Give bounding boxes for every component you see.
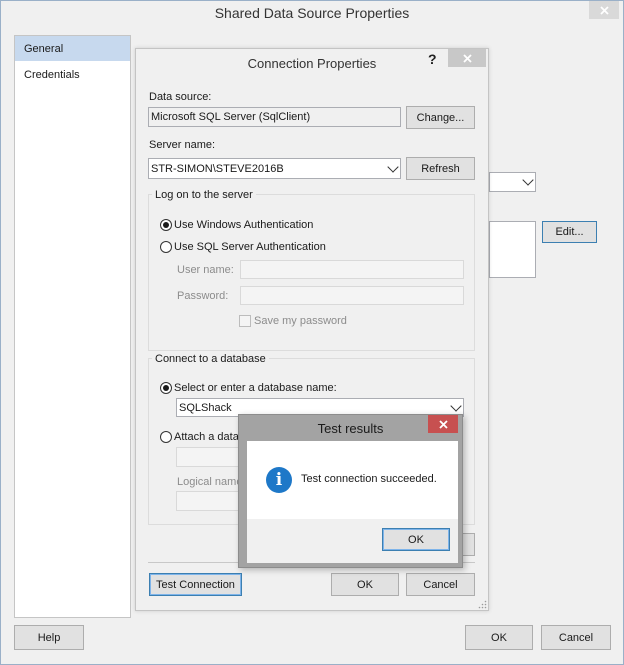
connection-cancel-button[interactable]: Cancel [406,573,475,596]
select-db-radio[interactable] [160,382,172,394]
test-results-dialog: Test results i Test connection succeeded… [238,414,463,568]
nav-item-general[interactable]: General [15,36,130,61]
advanced-button[interactable] [461,533,475,556]
close-icon [462,53,472,63]
main-window-title: Shared Data Source Properties [214,5,410,21]
nav-item-general-label: General [24,43,64,55]
server-name-combo[interactable]: STR-SIMON\STEVE2016B [148,158,401,179]
sql-auth-radio[interactable] [160,241,172,253]
test-connection-button[interactable]: Test Connection [149,573,242,596]
close-icon [438,419,448,429]
main-ok-button[interactable]: OK [465,625,533,650]
attach-db-radio[interactable] [160,431,172,443]
data-source-field: Microsoft SQL Server (SqlClient) [148,107,401,127]
test-results-ok-button[interactable]: OK [382,528,450,551]
chevron-down-icon [387,160,399,173]
logon-group-label: Log on to the server [152,189,256,201]
data-source-value: Microsoft SQL Server (SqlClient) [151,111,311,123]
password-input[interactable] [240,286,464,305]
help-button[interactable]: Help [14,625,84,650]
main-title-bar[interactable]: Shared Data Source Properties [1,1,623,27]
save-password-checkbox[interactable] [239,315,251,327]
test-results-footer: OK [247,519,458,563]
main-close-button[interactable] [589,1,619,19]
test-results-body: i Test connection succeeded. [247,441,458,519]
edit-button[interactable]: Edit... [542,221,597,243]
background-dropdown[interactable] [489,172,536,192]
database-name-value: SQLShack [179,401,232,414]
info-icon: i [266,467,292,493]
chevron-down-icon [522,174,534,186]
close-icon [599,5,609,15]
logical-name-label: Logical name [177,476,243,488]
connection-close-button[interactable] [448,49,486,67]
chevron-down-icon [450,399,462,412]
test-results-message: Test connection succeeded. [301,473,437,485]
background-text-area[interactable] [489,221,536,278]
resize-grip[interactable] [478,600,487,609]
windows-auth-radio[interactable] [160,219,172,231]
attach-db-input[interactable] [176,447,246,467]
help-question-button[interactable]: ? [428,51,442,67]
save-password-label: Save my password [254,315,347,327]
select-db-label[interactable]: Select or enter a database name: [174,382,337,394]
test-results-close-button[interactable] [428,415,458,433]
main-cancel-button[interactable]: Cancel [541,625,611,650]
data-source-label: Data source: [149,91,212,103]
logical-name-input[interactable] [176,491,246,511]
database-group-label: Connect to a database [152,353,269,365]
user-name-input[interactable] [240,260,464,279]
nav-item-credentials-label: Credentials [24,69,80,81]
nav-item-credentials[interactable]: Credentials [15,64,130,86]
password-label: Password: [177,290,229,302]
server-name-value: STR-SIMON\STEVE2016B [151,162,284,175]
nav-panel: General Credentials [14,35,131,618]
resize-grip-icon [478,600,487,609]
connection-ok-button[interactable]: OK [331,573,399,596]
change-button[interactable]: Change... [406,106,475,129]
windows-auth-label[interactable]: Use Windows Authentication [174,219,313,231]
sql-auth-label[interactable]: Use SQL Server Authentication [174,241,326,253]
attach-db-label[interactable]: Attach a datab [174,431,245,443]
info-icon-glyph: i [275,470,283,490]
refresh-button[interactable]: Refresh [406,157,475,180]
server-name-label: Server name: [149,139,216,151]
user-name-label: User name: [177,264,234,276]
